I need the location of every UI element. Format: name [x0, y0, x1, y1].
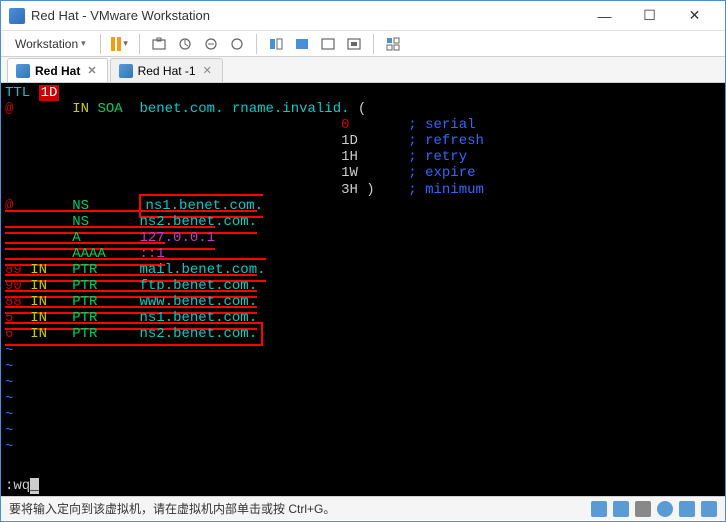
ttl-label: TTL	[5, 85, 30, 101]
titlebar: Red Hat - VMware Workstation — ☐ ✕	[1, 1, 725, 31]
soa-expire-value: 1W	[341, 165, 358, 181]
tilde: ~	[5, 439, 13, 455]
workstation-menu[interactable]: Workstation	[9, 34, 92, 54]
tilde: ~	[5, 359, 13, 375]
soa-minimum-comment: ; minimum	[408, 182, 484, 198]
rec-type: PTR	[72, 326, 97, 342]
app-icon	[9, 8, 25, 24]
separator	[256, 34, 257, 54]
vim-command-line[interactable]: :wq_	[5, 478, 39, 494]
terminal[interactable]: TTL 1D @ IN SOA benet.com. rname.invalid…	[1, 83, 725, 496]
tab-label: Red Hat -1	[138, 64, 196, 78]
usb-icon[interactable]	[679, 501, 695, 517]
status-hint: 要将输入定向到该虚拟机，请在虚拟机内部单击或按 Ctrl+G。	[9, 500, 335, 517]
soa-retry-value: 1H	[341, 149, 358, 165]
tilde: ~	[5, 375, 13, 391]
view-console-button[interactable]	[265, 33, 287, 55]
disk-icon[interactable]	[591, 501, 607, 517]
rec-rdata: www.benet.com.	[139, 294, 257, 310]
rec-rdata: ns1.benet.com.	[145, 198, 263, 214]
view-unity-button[interactable]	[343, 33, 365, 55]
separator	[373, 34, 374, 54]
ttl-value: 1D	[39, 85, 60, 101]
rec-rdata: ns2.benet.com.	[139, 326, 257, 342]
tab-redhat[interactable]: Red Hat ✕	[7, 58, 108, 82]
tilde: ~	[5, 343, 13, 359]
rec-type: PTR	[72, 294, 97, 310]
network-icon[interactable]	[657, 501, 673, 517]
statusbar: 要将输入定向到该虚拟机，请在虚拟机内部单击或按 Ctrl+G。	[1, 496, 725, 520]
highlight-box: ns1.benet.com. NS ns2.benet.com. A 127.0…	[5, 194, 266, 347]
soa-domain: benet.com.	[139, 101, 223, 117]
rec-rdata: 127.0.0.1	[139, 230, 215, 246]
snapshot-button[interactable]	[148, 33, 170, 55]
window-title: Red Hat - VMware Workstation	[31, 8, 582, 23]
soa-open: (	[358, 101, 366, 117]
tilde: ~	[5, 407, 13, 423]
revert-button[interactable]	[174, 33, 196, 55]
menubar: Workstation ▾	[1, 31, 725, 57]
soa-owner: @	[5, 101, 13, 117]
rec-owner: 6	[5, 326, 13, 342]
tab-redhat-1[interactable]: Red Hat -1 ✕	[110, 58, 223, 82]
floppy-icon[interactable]	[635, 501, 651, 517]
window-controls: — ☐ ✕	[582, 2, 717, 30]
pause-button[interactable]: ▾	[109, 33, 131, 55]
soa-refresh-comment: ; refresh	[408, 133, 484, 149]
close-button[interactable]: ✕	[672, 2, 717, 30]
rec-class: IN	[30, 278, 47, 294]
soa-expire-comment: ; expire	[408, 165, 475, 181]
soa-type: SOA	[97, 101, 122, 117]
rec-rdata: ns1.benet.com.	[139, 310, 257, 326]
rec-rdata: ::1	[139, 246, 164, 262]
separator	[139, 34, 140, 54]
rec-class: IN	[30, 326, 47, 342]
rec-rdata: ns2.benet.com.	[139, 214, 257, 230]
tab-close-icon[interactable]: ✕	[201, 64, 214, 77]
tabbar: Red Hat ✕ Red Hat -1 ✕	[1, 57, 725, 83]
thumbnail-button[interactable]	[382, 33, 404, 55]
rec-class: IN	[30, 262, 47, 278]
rec-owner: 89	[5, 262, 22, 278]
tilde: ~	[5, 391, 13, 407]
rec-type: PTR	[72, 310, 97, 326]
rec-type: NS	[72, 214, 89, 230]
rec-type: AAAA	[72, 246, 106, 262]
status-icons	[591, 501, 717, 517]
rec-rdata: ftp.benet.com.	[139, 278, 257, 294]
soa-retry-comment: ; retry	[408, 149, 467, 165]
separator	[100, 34, 101, 54]
rec-owner: 88	[5, 294, 22, 310]
clock-button[interactable]	[226, 33, 248, 55]
soa-rname: rname.invalid.	[232, 101, 350, 117]
manage-button[interactable]	[200, 33, 222, 55]
tilde: ~	[5, 423, 13, 439]
rec-type: PTR	[72, 262, 97, 278]
cd-icon[interactable]	[613, 501, 629, 517]
rec-class: IN	[30, 294, 47, 310]
tab-close-icon[interactable]: ✕	[85, 64, 98, 77]
rec-owner: 5	[5, 310, 13, 326]
rec-type: PTR	[72, 278, 97, 294]
rec-rdata: mail.benet.com.	[139, 262, 265, 278]
sound-icon[interactable]	[701, 501, 717, 517]
minimize-button[interactable]: —	[582, 2, 627, 30]
vm-icon	[16, 64, 30, 78]
vm-icon	[119, 64, 133, 78]
rec-class: IN	[30, 310, 47, 326]
rec-type: A	[72, 230, 80, 246]
maximize-button[interactable]: ☐	[627, 2, 672, 30]
soa-close: )	[366, 182, 374, 198]
tab-label: Red Hat	[35, 64, 80, 78]
soa-minimum-value: 3H	[341, 182, 358, 198]
soa-serial-value: 0	[341, 117, 349, 133]
soa-class: IN	[72, 101, 89, 117]
view-fullscreen-button[interactable]	[317, 33, 339, 55]
view-single-button[interactable]	[291, 33, 313, 55]
rec-owner: 90	[5, 278, 22, 294]
soa-refresh-value: 1D	[341, 133, 358, 149]
soa-serial-comment: ; serial	[408, 117, 475, 133]
